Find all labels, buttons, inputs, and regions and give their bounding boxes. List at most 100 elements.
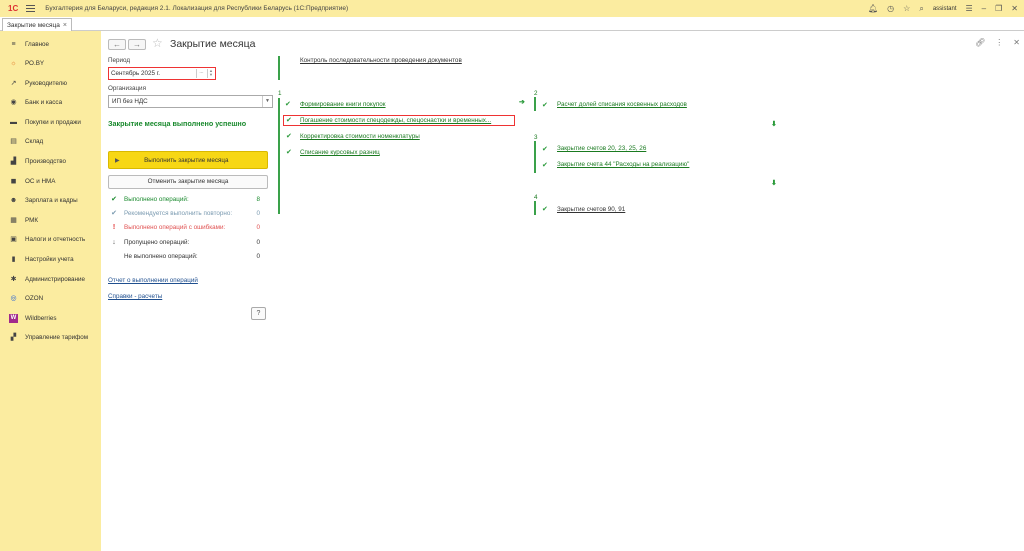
- tariff-icon: ▞: [10, 334, 17, 341]
- form-content: ← → ☆ Закрытие месяца 🔗︎ ⋮ ✕ Период Сент…: [101, 31, 1024, 551]
- sidebar-item-warehouse[interactable]: ▤ Склад: [0, 132, 101, 150]
- back-button[interactable]: ←: [108, 39, 126, 50]
- close-form-icon[interactable]: ✕: [1013, 38, 1020, 47]
- stat-label: Не выполнено операций:: [124, 252, 198, 260]
- truck-icon: ◼: [10, 178, 17, 185]
- control-bar: [278, 56, 280, 80]
- gear-icon: ✱: [10, 276, 17, 283]
- period-select-button[interactable]: ...: [196, 69, 206, 78]
- op-indirect-costs-share[interactable]: Расчет долей списания косвенных расходов: [557, 101, 687, 108]
- sidebar-item-rmk[interactable]: ▦ РМК: [0, 211, 101, 229]
- history-icon[interactable]: ◷: [887, 4, 894, 13]
- sidebar-item-wildberries[interactable]: W Wildberries: [0, 309, 101, 327]
- sidebar-item-production[interactable]: ▟ Производство: [0, 152, 101, 170]
- favorite-star-icon[interactable]: ☆: [152, 36, 163, 50]
- report-icon: ▣: [10, 236, 17, 243]
- step-3-number: 3: [534, 134, 538, 141]
- sidebar-item-label: Главное: [25, 40, 50, 48]
- close-window-icon[interactable]: ✕: [1011, 4, 1018, 13]
- sidebar-item-tariff[interactable]: ▞ Управление тарифом: [0, 328, 101, 346]
- op-close-account-44[interactable]: Закрытие счета 44 "Расходы на реализацию…: [557, 161, 689, 168]
- stat-value: 0: [256, 252, 260, 260]
- check-icon: ✔: [542, 146, 548, 153]
- help-button[interactable]: ?: [251, 307, 266, 320]
- check-icon: ✔: [285, 101, 291, 108]
- run-closing-button[interactable]: ▶ Выполнить закрытие месяца: [108, 151, 268, 169]
- check-icon: ✔: [111, 210, 117, 217]
- settings-menu-icon[interactable]: ☰: [966, 4, 973, 13]
- organization-field[interactable]: ИП без НДС ▼: [108, 95, 273, 108]
- sidebar-item-ro-by[interactable]: ☼ РО.BY: [0, 54, 101, 72]
- sidebar-item-salary[interactable]: ☻ Зарплата и кадры: [0, 191, 101, 209]
- stat-value: 0: [256, 223, 260, 231]
- organization-label: Организация: [108, 85, 146, 92]
- sidebar-item-accounting-settings[interactable]: ▮ Настройки учета: [0, 250, 101, 268]
- step-1-number: 1: [278, 90, 282, 97]
- main-menu-icon[interactable]: [26, 5, 36, 12]
- favorites-star-icon[interactable]: ☆: [903, 4, 910, 13]
- period-field[interactable]: Сентябрь 2025 г. ... ▲ ▼: [108, 67, 216, 80]
- main-icon: ≡: [11, 40, 16, 48]
- stat-label: Рекомендуется выполнить повторно:: [124, 209, 233, 217]
- step-4-number: 4: [534, 194, 538, 201]
- chevron-down-icon[interactable]: ▼: [262, 96, 272, 107]
- tab-bar: Закрытие месяца ×: [0, 17, 1024, 31]
- step-2-number: 2: [534, 90, 538, 97]
- bell-icon[interactable]: 🔔︎: [868, 4, 878, 13]
- sidebar-item-main[interactable]: ≡ Главное: [0, 35, 101, 53]
- stat-skipped: ↓ Пропущено операций: 0: [110, 236, 260, 248]
- stat-repeat: ✔ Рекомендуется выполнить повторно: 0: [110, 207, 260, 219]
- op-purchase-book[interactable]: Формирование книги покупок: [300, 101, 386, 108]
- control-sequence-link[interactable]: Контроль последовательности проведения д…: [300, 57, 462, 64]
- page-title: Закрытие месяца: [170, 38, 256, 50]
- sidebar-item-label: Банк и касса: [25, 98, 63, 106]
- forward-button[interactable]: →: [128, 39, 146, 50]
- help-calculations-link[interactable]: Справки - расчеты: [108, 293, 162, 300]
- sidebar-item-label: Налоги и отчетность: [25, 235, 86, 243]
- sidebar-item-manager[interactable]: ↗ Руководителю: [0, 74, 101, 92]
- stat-done: ✔ Выполнено операций: 8: [110, 193, 260, 205]
- minimize-icon[interactable]: –: [982, 4, 986, 13]
- sidebar-item-ozon[interactable]: ◎ OZON: [0, 289, 101, 307]
- tab-month-closing[interactable]: Закрытие месяца ×: [2, 18, 72, 31]
- step-2-bar: [534, 97, 536, 111]
- tab-close-icon[interactable]: ×: [63, 22, 67, 29]
- check-icon: ✔: [542, 206, 548, 213]
- op-workwear-writeoff[interactable]: Погашение стоимости спецодежды, спецосна…: [300, 117, 491, 124]
- people-icon: ☻: [9, 196, 18, 204]
- check-icon: ✔: [286, 117, 292, 124]
- skip-arrow-icon: ↓: [112, 238, 116, 246]
- link-icon[interactable]: 🔗︎: [975, 38, 985, 47]
- app-logo: 1С: [8, 4, 19, 13]
- sidebar-item-fixed-assets[interactable]: ◼ ОС и НМА: [0, 172, 101, 190]
- sidebar-item-label: OZON: [25, 294, 44, 302]
- report-link[interactable]: Отчет о выполнении операций: [108, 277, 198, 284]
- step-1-bar: [278, 98, 280, 214]
- period-value: Сентябрь 2025 г.: [111, 70, 160, 77]
- op-cost-adjustment[interactable]: Корректировка стоимости номенклатуры: [300, 133, 420, 140]
- check-icon: ✔: [286, 133, 292, 140]
- stat-value: 0: [256, 238, 260, 246]
- period-label: Период: [108, 57, 131, 64]
- restore-icon[interactable]: ❐: [995, 4, 1002, 13]
- success-message: Закрытие месяца выполнено успешно: [108, 119, 247, 128]
- search-icon[interactable]: ⌕: [919, 4, 923, 14]
- arrow-down-icon: ⬇: [771, 180, 777, 187]
- period-spinner[interactable]: ▲ ▼: [207, 69, 214, 78]
- sidebar-item-taxes[interactable]: ▣ Налоги и отчетность: [0, 230, 101, 248]
- sidebar-item-bank[interactable]: ◉ Банк и касса: [0, 93, 101, 111]
- more-options-icon[interactable]: ⋮: [995, 38, 1003, 47]
- cancel-closing-button[interactable]: Отменить закрытие месяца: [108, 175, 268, 189]
- sidebar-item-label: ОС и НМА: [25, 177, 56, 185]
- op-exchange-differences[interactable]: Списание курсовых разниц: [300, 149, 380, 156]
- stat-label: Выполнено операций с ошибками:: [124, 223, 226, 231]
- sidebar-item-label: Настройки учета: [25, 255, 74, 263]
- op-close-accounts-90-91[interactable]: Закрытие счетов 90, 91: [557, 206, 625, 213]
- sidebar-item-purchases-sales[interactable]: ▬ Покупки и продажи: [0, 113, 101, 131]
- sidebar-item-label: Управление тарифом: [25, 333, 89, 341]
- step-3-bar: [534, 141, 536, 173]
- user-name[interactable]: assistant: [933, 6, 957, 12]
- op-close-accounts-20-26[interactable]: Закрытие счетов 20, 23, 25, 26: [557, 145, 646, 152]
- sidebar-item-label: Производство: [25, 157, 67, 165]
- sidebar-item-administration[interactable]: ✱ Администрирование: [0, 270, 101, 288]
